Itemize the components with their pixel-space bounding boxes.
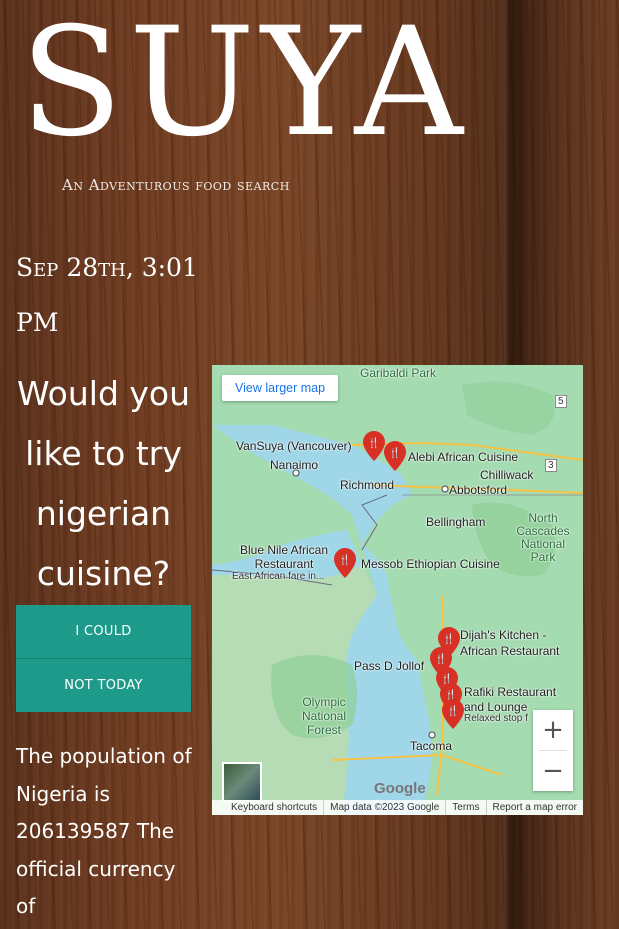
map-label-tacoma: Tacoma — [410, 739, 453, 753]
tagline: An Adventurous food search — [62, 176, 290, 194]
zoom-out-button[interactable]: − — [533, 751, 573, 791]
answer-buttons: I could Not today — [16, 605, 191, 712]
map-label-olympic: Olympic National Forest — [301, 695, 347, 737]
restaurant-pin-icon[interactable]: 🍴 — [334, 548, 356, 578]
map-label-dijah: Dijah's Kitchen - African Restaurant — [460, 628, 560, 658]
map-data-attribution: Map data ©2023 Google — [323, 800, 445, 815]
map-label-abbotsford: Abbotsford — [449, 483, 508, 497]
svg-text:🍴: 🍴 — [447, 704, 459, 717]
map-label-pass-d: Pass D Jollof — [354, 659, 425, 673]
keyboard-shortcuts-link[interactable]: Keyboard shortcuts — [225, 800, 323, 815]
svg-text:🍴: 🍴 — [368, 436, 380, 449]
cuisine-question: Would you like to try nigerian cuisine? — [16, 374, 191, 593]
terms-link[interactable]: Terms — [445, 800, 485, 815]
satellite-layer-toggle[interactable] — [222, 762, 262, 802]
country-facts: The population of Nigeria is 206139587 T… — [16, 744, 192, 918]
map-label-bellingham: Bellingham — [426, 515, 486, 529]
current-datetime: Sep 28th, 3:01 PM — [16, 253, 198, 337]
map-label-vansuya: VanSuya (Vancouver) — [236, 439, 352, 453]
restaurant-pin-icon[interactable]: 🍴 — [384, 441, 406, 471]
map-label-chilliwack: Chilliwack — [480, 468, 534, 482]
map-label-rafiki-sub: Relaxed stop f — [464, 713, 528, 724]
report-map-error-link[interactable]: Report a map error — [485, 800, 583, 815]
highway-5-marker: 5 — [555, 395, 567, 408]
google-logo: Google — [374, 780, 426, 797]
map-label-blue-nile-sub: East African fare in... — [232, 571, 325, 582]
zoom-controls: + − — [533, 710, 573, 791]
map-terrain — [212, 365, 583, 815]
map-label-blue-nile: Blue Nile African Restaurant — [239, 543, 329, 571]
yes-button[interactable]: I could — [16, 605, 191, 658]
map-label-north-cascades: North Cascades National Park — [516, 511, 570, 564]
map-label-alebi: Alebi African Cuisine — [408, 450, 519, 464]
highway-3-marker: 3 — [545, 459, 557, 472]
svg-text:🍴: 🍴 — [339, 553, 351, 566]
no-button[interactable]: Not today — [16, 658, 191, 712]
restaurant-map[interactable]: View larger map Garibaldi Park VanSuya (… — [212, 365, 583, 815]
restaurant-pin-icon[interactable]: 🍴 — [363, 431, 385, 461]
map-label-messob: Messob Ethiopian Cuisine — [361, 557, 500, 571]
page-title: SUYA — [20, 0, 469, 170]
svg-text:🍴: 🍴 — [443, 632, 455, 645]
map-label-richmond: Richmond — [340, 478, 395, 492]
svg-text:🍴: 🍴 — [389, 446, 401, 459]
view-larger-map-link[interactable]: View larger map — [222, 375, 339, 401]
zoom-in-button[interactable]: + — [533, 710, 573, 750]
map-label-nanaimo: Nanaimo — [270, 458, 319, 472]
restaurant-pin-icon[interactable]: 🍴 — [442, 699, 464, 729]
map-footer: Keyboard shortcuts Map data ©2023 Google… — [212, 800, 583, 815]
map-label-garibaldi: Garibaldi Park — [360, 366, 437, 380]
svg-text:🍴: 🍴 — [435, 652, 447, 665]
